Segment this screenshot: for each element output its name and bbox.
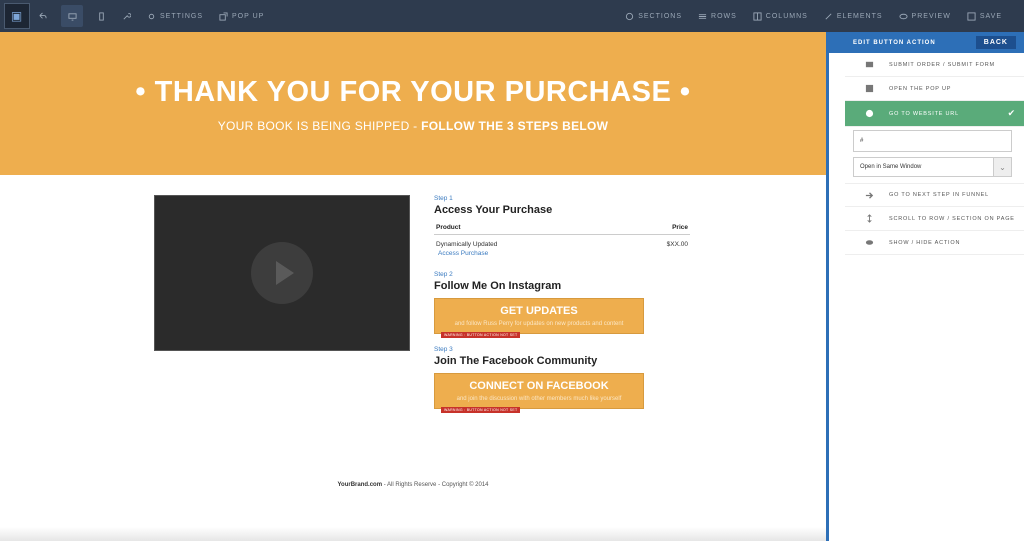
external-icon — [219, 11, 228, 21]
hero-subtitle-plain: YOUR BOOK IS BEING SHIPPED - — [217, 119, 422, 133]
popup-icon — [865, 84, 874, 93]
save-label: SAVE — [979, 12, 1002, 20]
order-table-header: Product Price — [434, 224, 690, 235]
envelope-icon — [865, 61, 874, 68]
rows-label: ROWS — [711, 12, 737, 20]
eye-icon — [865, 240, 874, 245]
action-show-hide[interactable]: SHOW / HIDE ACTION — [845, 231, 1024, 255]
edit-button-action-panel: EDIT BUTTON ACTION BACK SUBMIT ORDER / S… — [826, 32, 1024, 541]
scroll-icon — [867, 214, 872, 223]
action-label: GO TO WEBSITE URL — [889, 110, 959, 117]
step1-label: Step 1 — [434, 195, 453, 202]
builder-toolbar: ▣ SETTINGS POP UP SECTIONS ROWS COLUMNS — [0, 0, 1024, 32]
hero-section[interactable]: • THANK YOU FOR YOUR PURCHASE • YOUR BOO… — [0, 32, 826, 175]
access-purchase-link[interactable]: Access Purchase — [434, 248, 690, 257]
step2-label: Step 2 — [434, 271, 453, 278]
action-label: GO TO NEXT STEP IN FUNNEL — [889, 192, 989, 198]
settings-button[interactable]: SETTINGS — [139, 0, 211, 32]
hero-subtitle[interactable]: YOUR BOOK IS BEING SHIPPED - FOLLOW THE … — [0, 119, 826, 133]
sections-button[interactable]: SECTIONS — [617, 0, 690, 32]
get-updates-sublabel: and follow Russ Perry for updates on new… — [454, 321, 624, 327]
undo-button[interactable] — [30, 0, 55, 32]
elements-button[interactable]: ELEMENTS — [816, 0, 891, 32]
action-open-popup[interactable]: OPEN THE POP UP — [845, 77, 1024, 101]
globe-icon — [865, 109, 874, 118]
popup-label: POP UP — [232, 12, 265, 20]
action-submit-order[interactable]: SUBMIT ORDER / SUBMIT FORM — [845, 53, 1024, 77]
get-updates-label: GET UPDATES — [500, 305, 578, 317]
play-icon[interactable] — [251, 242, 313, 304]
table-row: Dynamically Updated $XX.00 — [434, 235, 690, 248]
settings-label: SETTINGS — [160, 12, 204, 20]
footer-text: YourBrand.com - All Rights Reserve - Cop… — [0, 482, 826, 488]
steps-column: Step 1 Access Your Purchase Product Pric… — [434, 195, 690, 413]
action-scroll-to-row[interactable]: SCROLL TO ROW / SECTION ON PAGE — [845, 207, 1024, 231]
columns-button[interactable]: COLUMNS — [745, 0, 816, 32]
rows-icon — [698, 13, 707, 19]
step2-title: Follow Me On Instagram — [434, 280, 562, 292]
elements-icon — [825, 12, 832, 20]
action-label: OPEN THE POP UP — [889, 85, 952, 92]
warning-badge: WARNING : BUTTON ACTION NOT SET — [441, 332, 521, 338]
page-canvas: • THANK YOU FOR YOUR PURCHASE • YOUR BOO… — [0, 32, 826, 541]
action-label: SUBMIT ORDER / SUBMIT FORM — [889, 61, 995, 68]
connect-facebook-button[interactable]: CONNECT ON FACEBOOK and join the discuss… — [434, 373, 644, 413]
panel-title: EDIT BUTTON ACTION — [853, 39, 936, 46]
canvas-bottom-shadow — [0, 527, 826, 541]
step3-title: Join The Facebook Community — [434, 355, 598, 367]
action-label: SCROLL TO ROW / SECTION ON PAGE — [889, 215, 1015, 222]
app-logo[interactable]: ▣ — [4, 3, 30, 29]
sections-label: SECTIONS — [638, 12, 683, 20]
hero-subtitle-bold: FOLLOW THE 3 STEPS BELOW — [421, 119, 609, 133]
desktop-view-button[interactable] — [61, 5, 83, 27]
product-name: Dynamically Updated — [436, 241, 498, 248]
arrow-right-icon — [865, 191, 874, 199]
columns-label: COLUMNS — [765, 12, 808, 20]
action-next-step[interactable]: GO TO NEXT STEP IN FUNNEL — [845, 183, 1024, 207]
step3-label: Step 3 — [434, 346, 453, 353]
panel-header: EDIT BUTTON ACTION BACK — [829, 32, 1024, 53]
action-go-to-website-url[interactable]: GO TO WEBSITE URL ✔ — [845, 101, 1024, 127]
chevron-down-icon: ⌄ — [993, 158, 1011, 176]
rows-button[interactable]: ROWS — [690, 0, 745, 32]
preview-button[interactable]: PREVIEW — [891, 0, 959, 32]
wrench-icon — [123, 12, 131, 20]
window-target-value: Open in Same Window — [860, 164, 922, 170]
window-target-select[interactable]: Open in Same Window ⌄ — [853, 157, 1012, 177]
undo-icon — [39, 12, 47, 19]
step1-title: Access Your Purchase — [434, 204, 553, 216]
gear-icon — [148, 13, 155, 19]
save-button[interactable]: SAVE — [959, 0, 1010, 32]
checkmark-icon: ✔ — [1007, 108, 1016, 118]
website-url-input[interactable]: # — [853, 130, 1012, 152]
eye-icon — [898, 13, 908, 19]
save-icon — [967, 11, 976, 21]
tools-button[interactable] — [114, 0, 139, 32]
connect-facebook-label: CONNECT ON FACEBOOK — [469, 380, 609, 392]
footer-brand: YourBrand.com — [337, 482, 383, 488]
preview-label: PREVIEW — [911, 12, 951, 20]
warning-badge: WARNING : BUTTON ACTION NOT SET — [441, 407, 521, 413]
get-updates-button[interactable]: GET UPDATES and follow Russ Perry for up… — [434, 298, 644, 338]
product-price: $XX.00 — [666, 241, 688, 248]
mobile-view-button[interactable] — [89, 0, 114, 32]
action-label: SHOW / HIDE ACTION — [889, 239, 961, 246]
footer-copyright: - All Rights Reserve - Copyright © 2014 — [382, 482, 489, 488]
video-player[interactable] — [154, 195, 410, 351]
product-column-header: Product — [436, 224, 461, 231]
elements-label: ELEMENTS — [836, 12, 883, 20]
back-button[interactable]: BACK — [975, 36, 1016, 49]
mobile-icon — [99, 11, 104, 21]
columns-icon — [753, 11, 762, 21]
price-column-header: Price — [672, 224, 688, 231]
hero-title[interactable]: • THANK YOU FOR YOUR PURCHASE • — [0, 76, 826, 109]
sections-icon — [626, 12, 634, 20]
popup-button[interactable]: POP UP — [211, 0, 272, 32]
connect-facebook-sublabel: and join the discussion with other membe… — [456, 396, 622, 402]
desktop-icon — [67, 12, 77, 21]
